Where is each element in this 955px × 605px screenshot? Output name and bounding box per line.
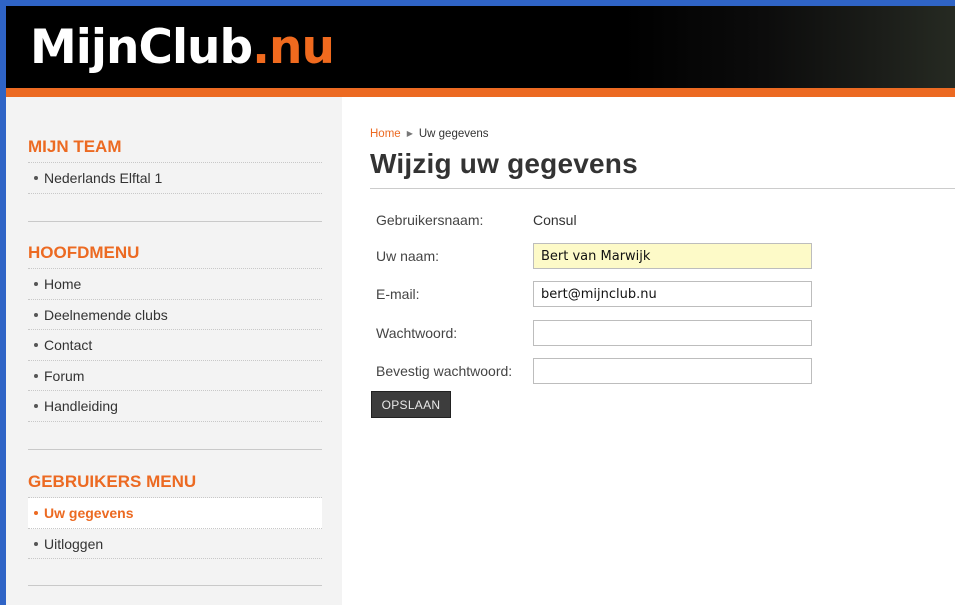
username-label: Gebruikersnaam: [376,212,484,228]
sidebar-item-uitloggen[interactable]: Uitloggen [28,529,322,559]
sidebar-divider [28,585,322,586]
name-field[interactable] [533,243,812,269]
sidebar-item-label: Handleiding [44,398,118,414]
bullet-icon [34,312,38,317]
sidebar-item-handleiding[interactable]: Handleiding [28,391,322,422]
logo-main: MijnClub [30,20,253,75]
user-menu-title: GEBRUIKERS MENU [28,472,322,498]
main-menu-section: HOOFDMENU Home Deelnemende clubs Contact… [28,243,322,422]
sidebar: MIJN TEAM Nederlands Elftal 1 HOOFDMENU … [6,97,342,605]
main-content: Home ▶ Uw gegevens Wijzig uw gegevens Gebr… [342,97,955,605]
title-divider [370,188,955,189]
email-field[interactable] [533,281,812,307]
bullet-icon [34,511,38,516]
bullet-icon [34,541,38,546]
sidebar-item-label: Deelnemende clubs [44,306,168,323]
sidebar-divider [28,221,322,222]
breadcrumb: Home ▶ Uw gegevens [370,128,489,140]
sidebar-item-label: Nederlands Elftal 1 [44,170,163,186]
logo-accent: .nu [252,20,335,75]
bullet-icon [34,176,38,181]
page-title: Wijzig uw gegevens [370,148,638,179]
breadcrumb-current: Uw gegevens [418,128,489,140]
header-accent-bar [6,88,955,97]
user-menu-section: GEBRUIKERS MENU Uw gegevens Uitloggen [28,472,322,559]
sidebar-item-label: Contact [44,337,93,353]
sidebar-item-label: Home [44,276,82,292]
site-logo[interactable]: MijnClub.nu [30,18,335,78]
sidebar-divider [28,449,322,450]
sidebar-item-label: Uitloggen [44,535,104,552]
name-label: Uw naam: [376,248,440,264]
site-header: MijnClub.nu [6,6,955,88]
confirm-password-field[interactable] [533,358,812,384]
password-field[interactable] [533,320,812,346]
sidebar-item-contact[interactable]: Contact [28,330,322,361]
team-title: MIJN TEAM [28,137,322,163]
sidebar-item-label: Uw gegevens [44,505,134,521]
sidebar-item-label: Forum [44,367,85,384]
bullet-icon [34,282,38,287]
main-menu-title: HOOFDMENU [28,243,322,269]
email-label: E-mail: [376,286,420,302]
sidebar-item-home[interactable]: Home [28,269,322,300]
breadcrumb-home-link[interactable]: Home [370,128,401,140]
save-button[interactable]: OPSLAAN [371,391,451,418]
confirm-password-label: Bevestig wachtwoord: [376,363,513,379]
breadcrumb-arrow-icon: ▶ [406,129,413,138]
sidebar-item-forum[interactable]: Forum [28,361,322,391]
username-value: Consul [533,212,577,228]
team-section: MIJN TEAM Nederlands Elftal 1 [28,137,322,194]
sidebar-item-uw-gegevens[interactable]: Uw gegevens [28,498,322,529]
bullet-icon [34,373,38,378]
bullet-icon [34,343,38,348]
sidebar-item-deelnemende-clubs[interactable]: Deelnemende clubs [28,300,322,330]
password-label: Wachtwoord: [376,325,458,341]
bullet-icon [34,404,38,409]
sidebar-item-team[interactable]: Nederlands Elftal 1 [28,163,322,194]
